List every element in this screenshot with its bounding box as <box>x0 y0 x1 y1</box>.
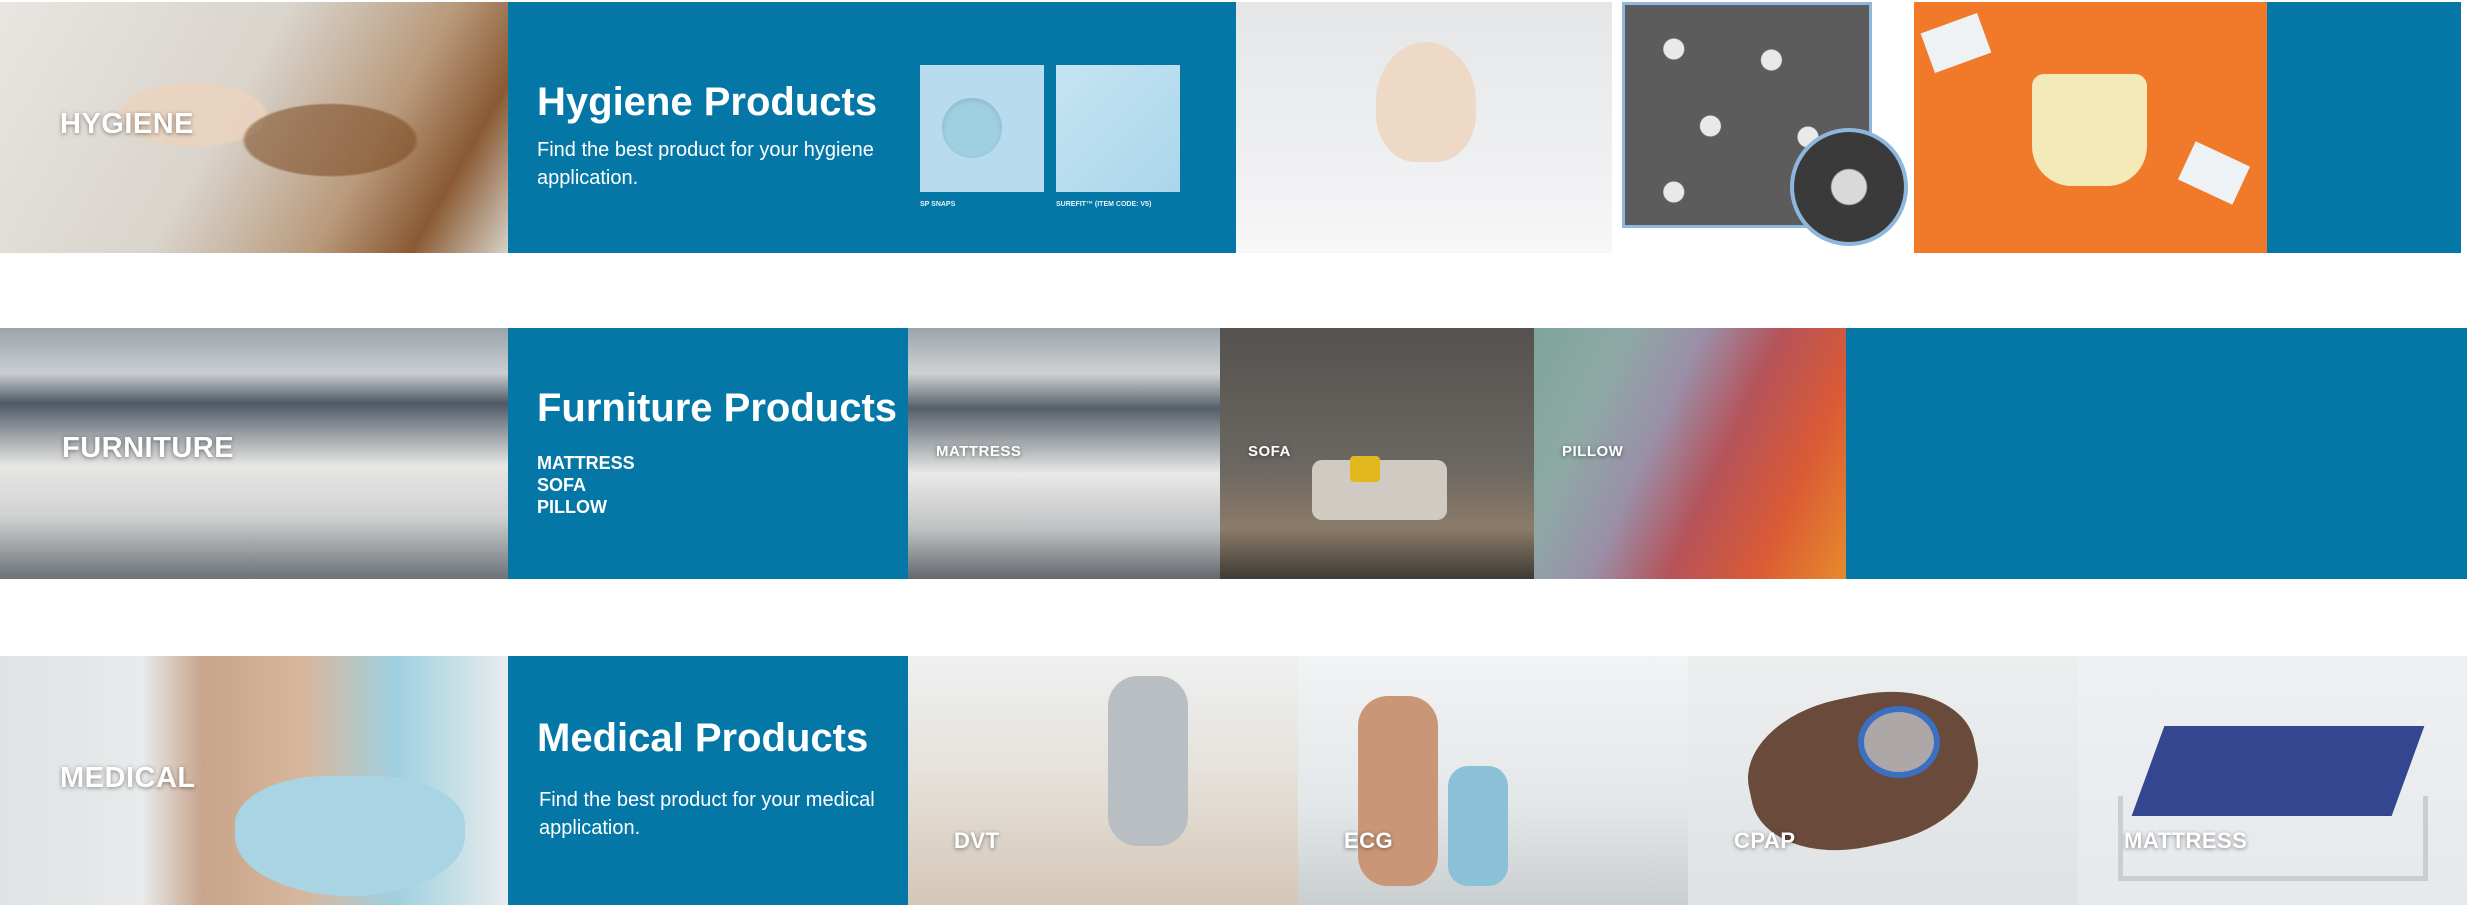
medical-category-label: MEDICAL <box>60 762 196 794</box>
hygiene-panel-description: Find the best product for your hygiene a… <box>537 139 874 189</box>
furniture-list-item: SOFA <box>537 475 587 495</box>
medical-mattress-tile-label: MATTRESS <box>2124 828 2248 853</box>
cpap-tile[interactable]: CPAP <box>1688 656 2078 905</box>
medical-info-panel: Medical Products Find the best product f… <box>508 656 908 905</box>
medical-mattress-tile[interactable]: MATTRESS <box>2078 656 2467 905</box>
medical-panel-description: Find the best product for your medical a… <box>539 789 875 839</box>
sp-snaps-caption: SP SNAPS <box>920 201 956 208</box>
diapers-photo <box>1914 2 2267 253</box>
ecg-tile[interactable]: ECG <box>1298 656 1688 905</box>
furniture-category-label: FURNITURE <box>62 432 235 464</box>
hygiene-panel-title: Hygiene Products <box>537 80 878 124</box>
mattress-tile-label: MATTRESS <box>936 443 1022 460</box>
dvt-tile-label: DVT <box>954 828 1000 853</box>
hygiene-info-panel: Hygiene Products Find the best product f… <box>508 2 1236 253</box>
ecg-tile-label: ECG <box>1344 828 1394 853</box>
sofa-tile[interactable]: SOFA <box>1220 328 1534 579</box>
furniture-info-panel: Furniture Products MATTRESS SOFA PILLOW <box>508 328 908 579</box>
medical-panel-title: Medical Products <box>537 716 869 760</box>
furniture-row: FURNITURE Furniture Products MATTRESS SO… <box>0 328 2469 579</box>
furniture-list-item: MATTRESS <box>537 453 635 473</box>
hygiene-category-label: HYGIENE <box>60 108 195 140</box>
surefit-caption: SUREFIT™ (ITEM CODE: V5) <box>1056 201 1152 208</box>
furniture-list-item: PILLOW <box>537 497 607 517</box>
furniture-panel-list: MATTRESS SOFA PILLOW <box>537 452 635 518</box>
pillow-tile[interactable]: PILLOW <box>1534 328 1846 579</box>
snap-closeup-inset <box>1790 128 1908 246</box>
sofa-tile-label: SOFA <box>1248 443 1291 460</box>
cpap-tile-label: CPAP <box>1734 828 1796 853</box>
hygiene-row: HYGIENE Hygiene Products Find the best p… <box>0 2 2469 253</box>
pillow-tile-label: PILLOW <box>1562 443 1624 460</box>
furniture-panel-title: Furniture Products <box>537 386 898 430</box>
baby-blanket-photo <box>1236 2 1612 253</box>
dvt-tile[interactable]: DVT <box>908 656 1298 905</box>
furniture-blue-filler <box>1846 328 2467 579</box>
medical-row: MEDICAL Medical Products Find the best p… <box>0 656 2469 905</box>
sp-snaps-swatch[interactable] <box>920 65 1044 192</box>
hygiene-category-tile[interactable]: HYGIENE <box>0 2 508 253</box>
surefit-swatch[interactable] <box>1056 65 1180 192</box>
medical-category-tile[interactable]: MEDICAL <box>0 656 508 905</box>
furniture-category-tile[interactable]: FURNITURE <box>0 328 508 579</box>
hygiene-blue-filler <box>2267 2 2461 253</box>
mattress-tile[interactable]: MATTRESS <box>908 328 1220 579</box>
